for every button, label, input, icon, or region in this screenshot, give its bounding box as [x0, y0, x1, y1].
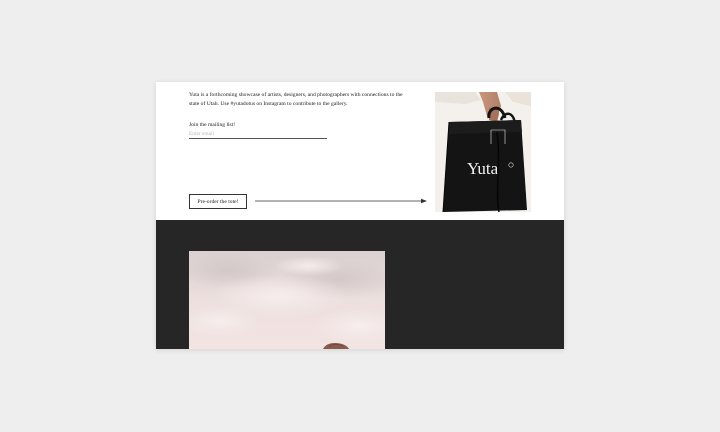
intro-section: Yuta is a forthcoming showcase of artist… — [156, 82, 564, 220]
intro-text: Yuta is a forthcoming showcase of artist… — [189, 92, 403, 107]
sky-photo — [189, 251, 385, 349]
preorder-tote-button[interactable]: Pre-order the tote! — [189, 194, 247, 209]
tote-bag-photo: Yuta — [435, 92, 531, 213]
email-field[interactable] — [189, 129, 327, 139]
long-right-arrow-icon — [255, 198, 427, 204]
gallery-section — [156, 220, 564, 349]
mailing-list-label: Join the mailing list! — [189, 122, 236, 128]
preorder-tote-label: Pre-order the tote! — [197, 198, 239, 205]
tote-brand-text: Yuta — [467, 159, 499, 178]
page-card: Yuta is a forthcoming showcase of artist… — [156, 82, 564, 349]
